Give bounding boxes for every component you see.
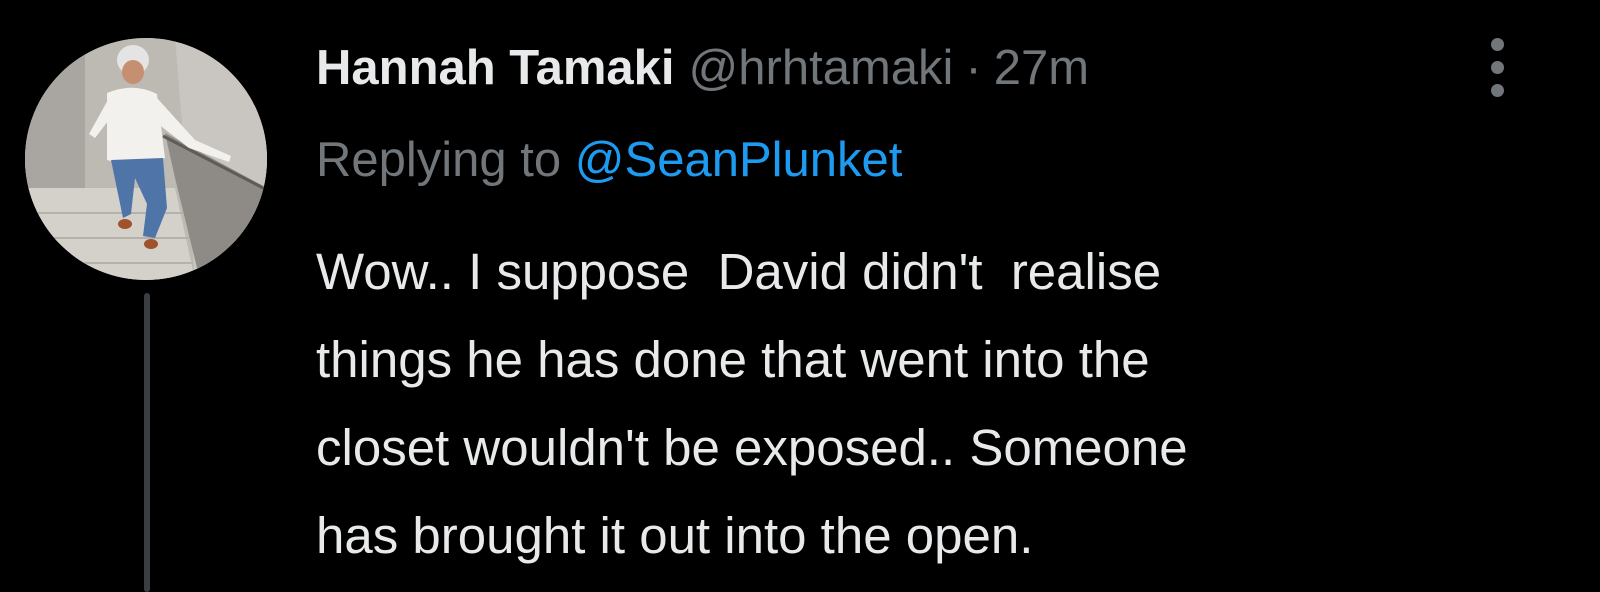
- more-options-button[interactable]: [1484, 36, 1512, 100]
- profile-photo-icon: [25, 38, 267, 280]
- replying-to-label: Replying to: [316, 133, 562, 187]
- display-name[interactable]: Hannah Tamaki: [316, 33, 675, 103]
- thread-connector-line: [144, 293, 150, 592]
- separator-dot: ·: [965, 41, 982, 95]
- tweet-text: Wow.. I suppose David didn't realise thi…: [316, 228, 1556, 580]
- tweet-text-line: has brought it out into the open.: [316, 507, 1034, 564]
- user-handle[interactable]: @hrhtamaki: [689, 33, 954, 103]
- avatar[interactable]: [25, 38, 267, 280]
- tweet[interactable]: Hannah Tamaki @hrhtamaki · 27m Replying …: [0, 0, 1600, 592]
- tweet-text-line: closet wouldn't be exposed.. Someone: [316, 419, 1188, 476]
- tweet-text-line: things he has done that went into the: [316, 331, 1150, 388]
- replying-to: Replying to @SeanPlunket: [316, 128, 902, 192]
- tweet-text-line: Wow.. I suppose David didn't realise: [316, 243, 1162, 300]
- timestamp[interactable]: 27m: [994, 33, 1089, 103]
- replying-to-mention[interactable]: @SeanPlunket: [575, 133, 903, 187]
- tweet-header: Hannah Tamaki @hrhtamaki · 27m: [316, 33, 1089, 103]
